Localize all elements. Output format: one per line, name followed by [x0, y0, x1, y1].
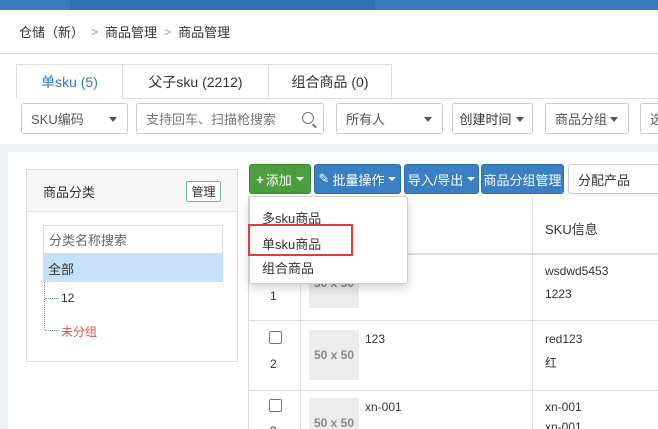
- sku-code: xn-001: [545, 400, 582, 414]
- row-divider: [249, 390, 658, 391]
- sku-info-column-header: SKU信息: [545, 222, 598, 237]
- row-divider: [249, 320, 658, 321]
- created-time-sort-button[interactable]: 创建时间: [452, 103, 533, 134]
- caret-down-icon: [516, 117, 524, 122]
- breadcrumb-level1[interactable]: 商品管理: [105, 22, 157, 41]
- sku-attribute: 1223: [545, 287, 572, 301]
- edit-icon: ✎: [318, 171, 330, 186]
- tree-item-all[interactable]: 全部: [43, 254, 223, 282]
- add-button[interactable]: + 添加: [249, 164, 311, 194]
- manage-category-button[interactable]: 管理: [186, 181, 221, 202]
- caret-down-icon: [109, 117, 117, 122]
- sku-attribute: xn-001: [545, 420, 582, 429]
- import-export-label: 导入/导出: [407, 172, 464, 188]
- sku-code-select-label: SKU编码: [31, 112, 84, 127]
- tab-parent-child-sku[interactable]: 父子sku (2212): [122, 64, 269, 99]
- category-search-input[interactable]: 分类名称搜索: [43, 225, 223, 254]
- caret-down-icon: [424, 117, 432, 122]
- product-thumbnail: 50 x 50: [309, 398, 359, 429]
- row-checkbox[interactable]: [269, 399, 282, 412]
- search-icon[interactable]: [302, 112, 314, 124]
- caret-down-icon: [467, 177, 476, 181]
- product-name: xn-001: [365, 400, 402, 414]
- import-export-button[interactable]: 导入/导出: [404, 164, 479, 194]
- chevron-right-icon: >: [164, 24, 172, 39]
- highlight-annotation-box: [248, 224, 353, 256]
- tree-connector: [45, 330, 59, 331]
- sku-code: wsdwd5453: [545, 264, 609, 278]
- tree-connector: [45, 298, 59, 299]
- category-title: 商品分类: [43, 185, 96, 200]
- caret-down-icon: [610, 117, 618, 122]
- breadcrumb-level2: 商品管理: [178, 25, 231, 40]
- chevron-right-icon: >: [91, 24, 99, 39]
- sku-attribute: 红: [545, 356, 558, 370]
- product-type-tabs: 单sku (5) 父子sku (2212) 组合商品 (0): [16, 64, 392, 99]
- column-divider: [532, 196, 533, 429]
- assign-product-select[interactable]: 分配产品: [568, 164, 658, 194]
- search-placeholder: 支持回车、扫描枪搜索: [146, 112, 277, 127]
- product-group-label: 商品分组: [555, 112, 608, 127]
- more-filter-label: 选: [650, 112, 658, 127]
- filter-bar: SKU编码 支持回车、扫描枪搜索 所有人 创建时间 商品分组 选: [0, 100, 658, 140]
- plus-icon: +: [256, 171, 264, 187]
- product-name: 123: [365, 332, 386, 346]
- tree-item-12[interactable]: 12: [61, 291, 74, 305]
- batch-operation-label: 批量操作: [332, 172, 385, 188]
- row-number: 2: [270, 357, 277, 371]
- sku-code-select[interactable]: SKU编码: [21, 103, 128, 134]
- topbar-segment: [0, 0, 70, 10]
- product-group-manage-button[interactable]: 商品分组管理: [481, 164, 564, 194]
- top-navigation-bar: [0, 0, 658, 10]
- tab-single-sku[interactable]: 单sku (5): [16, 64, 123, 99]
- batch-operation-button[interactable]: ✎ 批量操作: [314, 164, 401, 194]
- owner-select[interactable]: 所有人: [336, 103, 443, 134]
- category-panel-header: 商品分类 管理: [27, 170, 237, 212]
- product-group-select[interactable]: 商品分组: [545, 103, 629, 134]
- row-number: 1: [270, 289, 277, 303]
- breadcrumb-root[interactable]: 仓储（新）: [19, 22, 84, 41]
- topbar-segment: [375, 0, 658, 10]
- breadcrumb: 仓储（新） > 商品管理 > 商品管理: [0, 10, 658, 54]
- tree-connector: [44, 282, 45, 330]
- search-input[interactable]: 支持回车、扫描枪搜索: [136, 103, 324, 134]
- row-number: 3: [270, 424, 277, 429]
- owner-select-label: 所有人: [346, 112, 386, 127]
- product-thumbnail: 50 x 50: [309, 330, 359, 380]
- row-checkbox[interactable]: [269, 331, 282, 344]
- more-filter-select[interactable]: 选: [640, 103, 658, 134]
- menu-item-combo[interactable]: 组合商品: [262, 258, 314, 277]
- sku-code: red123: [545, 332, 583, 346]
- category-panel: 商品分类 管理 分类名称搜索 全部 12 未分组: [26, 169, 238, 362]
- caret-down-icon: [388, 177, 397, 181]
- add-button-label: 添加: [265, 172, 292, 188]
- created-time-label: 创建时间: [459, 112, 512, 127]
- tree-item-ungrouped[interactable]: 未分组: [61, 323, 97, 340]
- caret-down-icon: [295, 177, 304, 181]
- tab-combo-products[interactable]: 组合商品 (0): [268, 64, 392, 99]
